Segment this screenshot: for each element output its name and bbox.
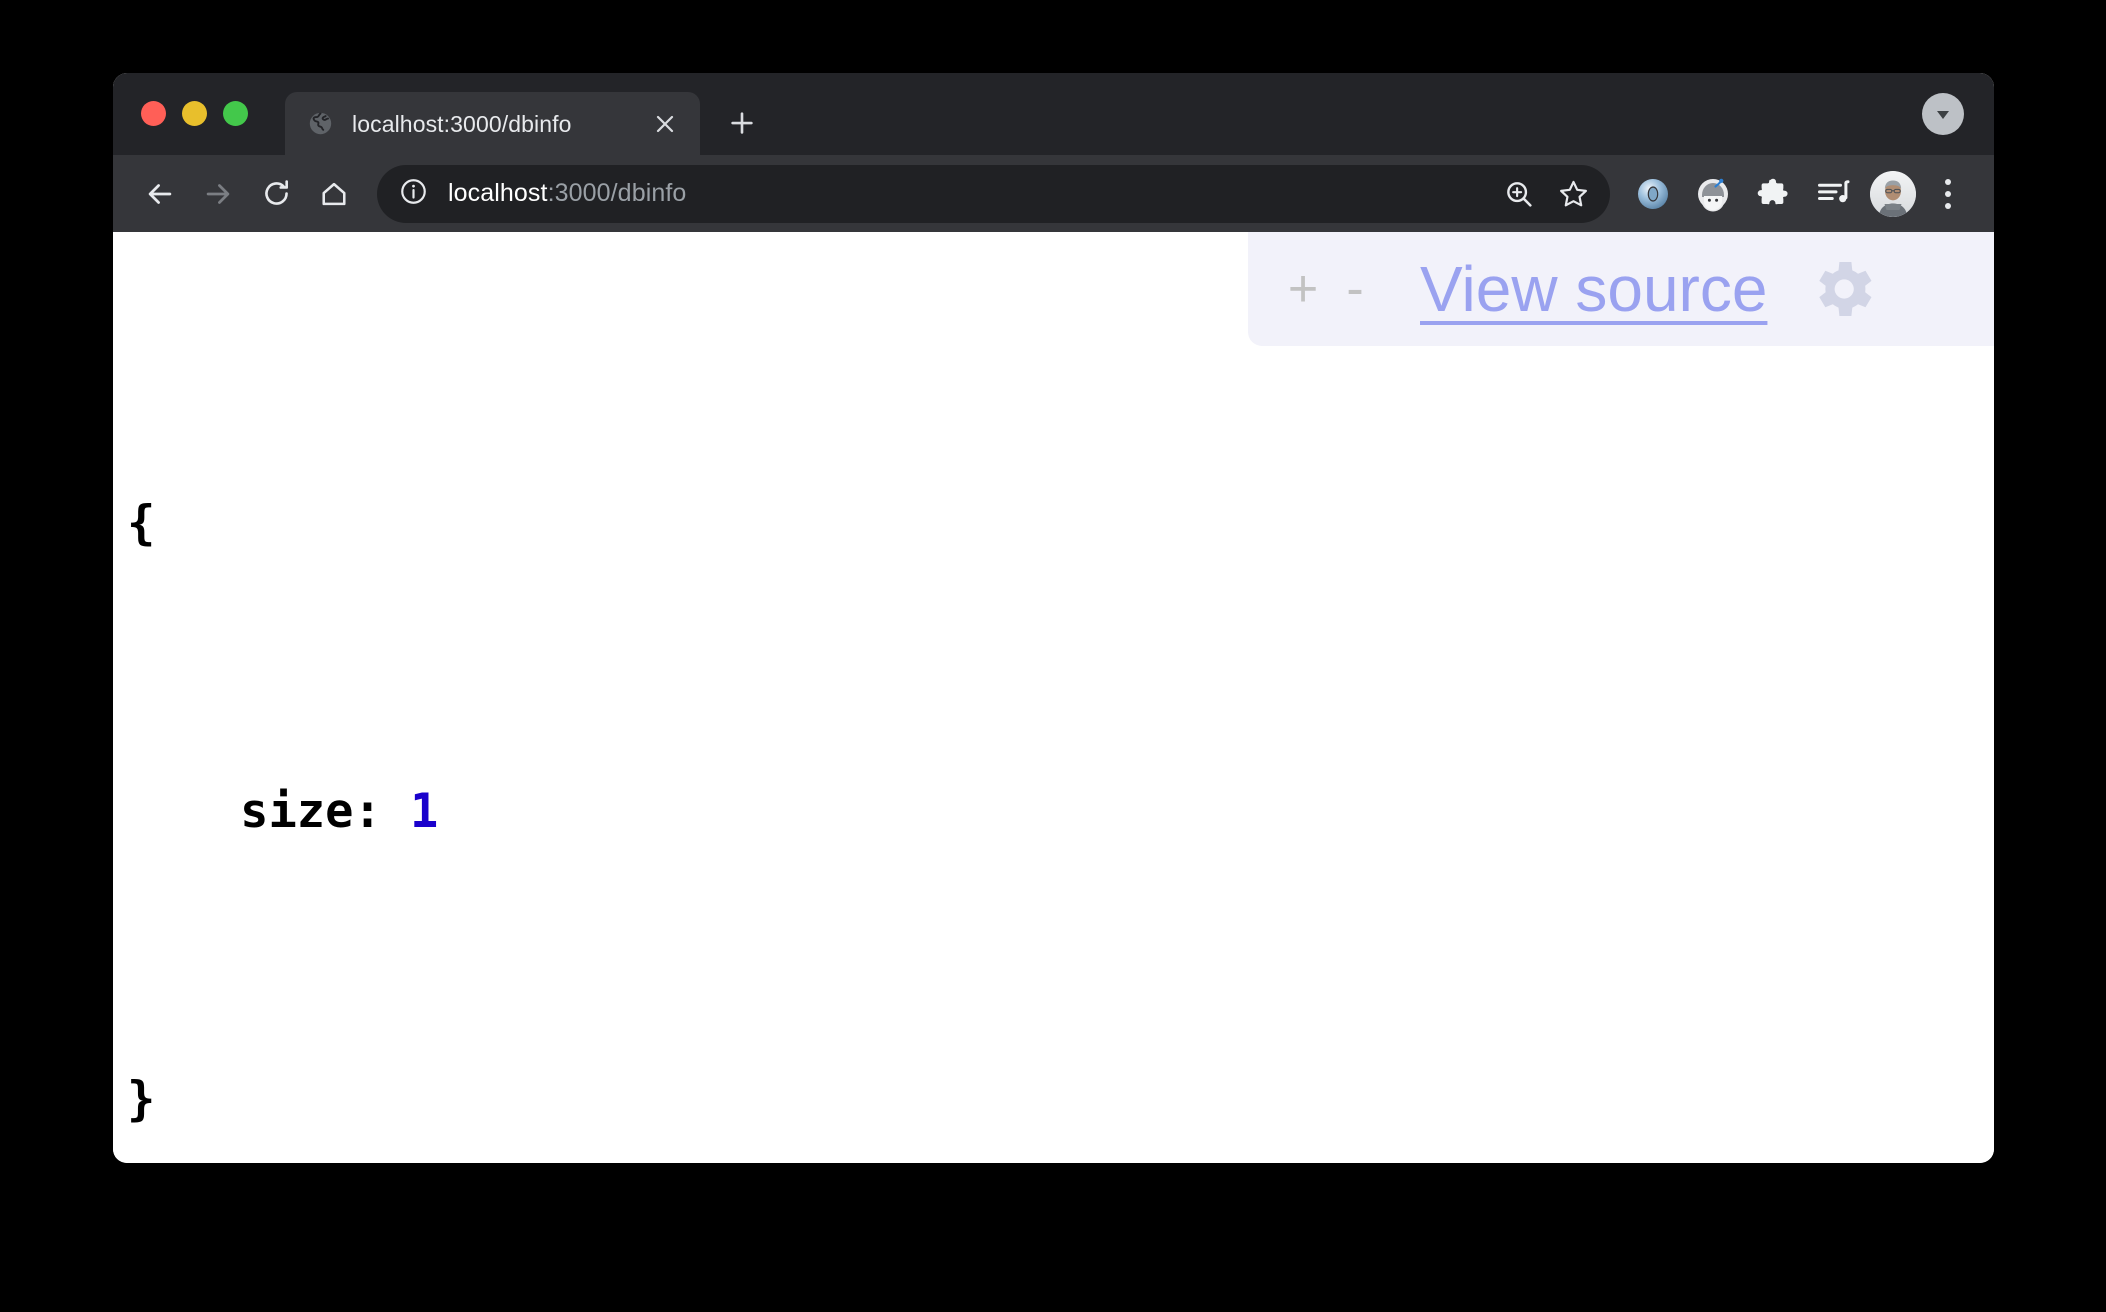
- puzzle-piece-extensions-icon[interactable]: [1746, 167, 1800, 221]
- tab-title: localhost:3000/dbinfo: [352, 110, 572, 137]
- user-avatar-photo: [1870, 170, 1916, 217]
- zoom-in-button[interactable]: +: [1274, 263, 1332, 315]
- page-viewport: { size: 1 } + - View source: [113, 232, 1994, 1163]
- view-source-link[interactable]: View source: [1420, 257, 1767, 321]
- bookmark-star-icon[interactable]: [1546, 167, 1600, 221]
- reload-icon: [264, 180, 288, 205]
- url-host: localhost: [448, 179, 548, 207]
- minimize-window-button[interactable]: [182, 100, 207, 126]
- window-traffic-lights: [141, 73, 248, 155]
- maximize-window-button[interactable]: [223, 100, 248, 126]
- url-path: :3000/dbinfo: [547, 179, 687, 207]
- json-value: 1: [409, 784, 439, 839]
- json-close-brace: }: [127, 1072, 156, 1127]
- robot-avatar-extension-icon[interactable]: [1686, 167, 1740, 221]
- zoom-in-icon[interactable]: [1492, 167, 1546, 221]
- info-circle-icon[interactable]: [399, 177, 428, 211]
- close-tab-button[interactable]: [650, 109, 680, 139]
- browser-window: localhost:3000/dbinfo localhost:3000/dbi…: [113, 73, 1994, 1163]
- browser-toolbar: localhost:3000/dbinfo: [113, 155, 1994, 232]
- arrow-right-icon: [206, 183, 230, 204]
- new-tab-button[interactable]: [722, 103, 762, 143]
- view-source-panel: + - View source: [1248, 232, 1994, 346]
- forward-button[interactable]: [189, 165, 247, 223]
- profile-avatar[interactable]: [1870, 170, 1916, 217]
- back-button[interactable]: [131, 165, 189, 223]
- browser-tab-active[interactable]: localhost:3000/dbinfo: [285, 92, 700, 155]
- three-dot-menu-icon[interactable]: [1924, 167, 1972, 221]
- json-property-size: size: 1: [127, 764, 1994, 860]
- reload-button[interactable]: [247, 165, 305, 223]
- home-button[interactable]: [305, 165, 363, 223]
- tab-strip: localhost:3000/dbinfo: [113, 73, 1994, 155]
- home-icon: [322, 182, 346, 205]
- chevron-down-icon: [1937, 111, 1949, 119]
- arrow-left-icon: [148, 183, 172, 204]
- tab-search-button[interactable]: [1922, 93, 1964, 135]
- address-bar-url[interactable]: localhost:3000/dbinfo: [448, 179, 1492, 208]
- gear-icon[interactable]: [1807, 253, 1879, 325]
- globe-icon: [307, 110, 334, 137]
- torus-extension-icon[interactable]: [1626, 167, 1680, 221]
- json-key: size:: [127, 784, 410, 839]
- json-open-brace: {: [127, 496, 156, 551]
- close-window-button[interactable]: [141, 100, 166, 126]
- json-content: { size: 1 }: [113, 232, 1994, 1163]
- media-playlist-icon[interactable]: [1806, 167, 1860, 221]
- address-bar[interactable]: localhost:3000/dbinfo: [377, 164, 1610, 223]
- zoom-out-button[interactable]: -: [1334, 263, 1376, 315]
